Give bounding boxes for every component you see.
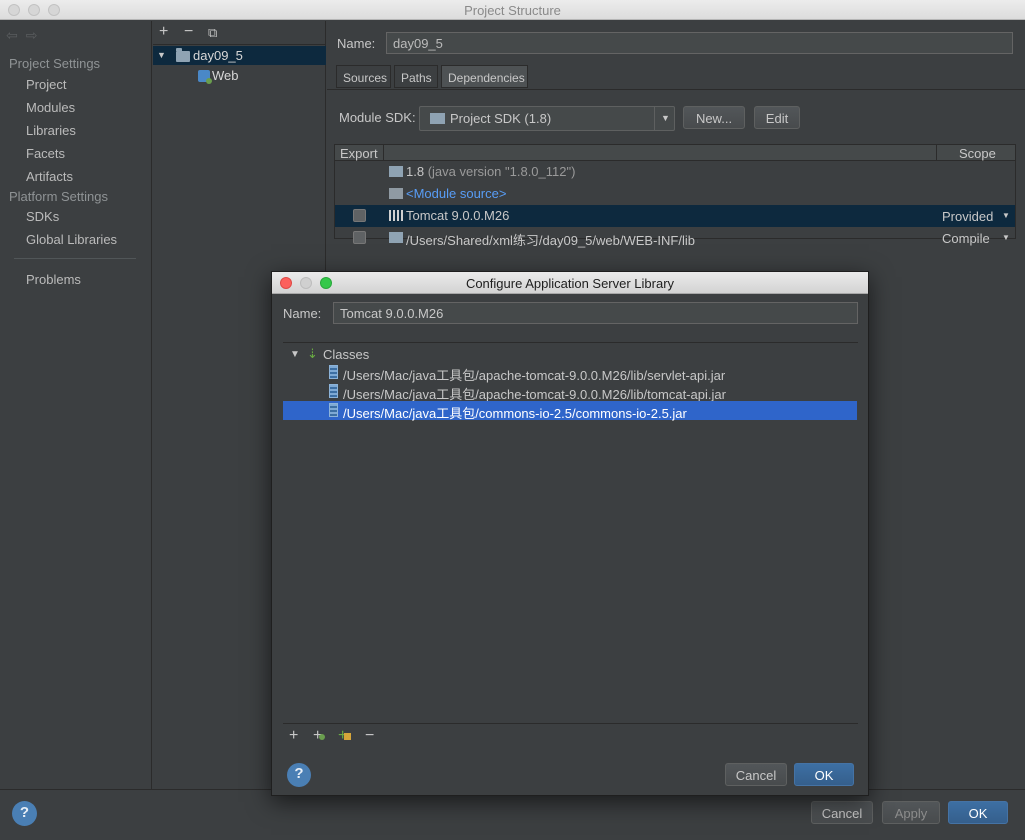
tab-sources[interactable]: Sources bbox=[336, 65, 391, 88]
library-name-field[interactable]: Tomcat 9.0.0.M26 bbox=[333, 302, 858, 324]
jdk-detail: (java version "1.8.0_112") bbox=[427, 164, 576, 179]
dialog-title: Configure Application Server Library bbox=[465, 276, 675, 291]
sidebar-item-artifacts[interactable]: Artifacts bbox=[26, 169, 73, 184]
jar-icon bbox=[329, 365, 338, 379]
jar-icon bbox=[329, 403, 338, 417]
apply-button[interactable]: Apply bbox=[882, 801, 940, 824]
scope-select[interactable]: Compile bbox=[942, 231, 990, 246]
table-header: Export Scope bbox=[335, 145, 1015, 161]
new-sdk-button[interactable]: New... bbox=[683, 106, 745, 129]
remove-root-icon[interactable]: − bbox=[365, 727, 374, 745]
sidebar-item-facets[interactable]: Facets bbox=[26, 146, 65, 161]
section-header-platform-settings: Platform Settings bbox=[9, 189, 108, 204]
library-icon bbox=[389, 210, 403, 221]
sdk-value: Project SDK (1.8) bbox=[450, 111, 552, 126]
scope-dropdown-icon[interactable]: ▼ bbox=[1002, 211, 1010, 220]
module-sdk-select[interactable]: Project SDK (1.8) ▼ bbox=[419, 106, 675, 131]
back-arrow-icon[interactable]: ⇦ bbox=[6, 27, 26, 43]
table-row[interactable]: 1.8 (java version "1.8.0_112") bbox=[335, 161, 1015, 183]
ok-button[interactable]: OK bbox=[948, 801, 1008, 824]
attach-jar-icon[interactable]: + bbox=[338, 727, 352, 745]
dialog-toolbar-divider bbox=[283, 723, 858, 724]
add-module-icon[interactable]: + bbox=[159, 23, 168, 41]
tree-row-web[interactable]: Web bbox=[153, 67, 326, 86]
expand-triangle-icon[interactable]: ▼ bbox=[157, 50, 166, 60]
dialog-help-button[interactable]: ? bbox=[287, 763, 311, 787]
cancel-button[interactable]: Cancel bbox=[811, 801, 873, 824]
sdk-folder-icon bbox=[430, 113, 445, 124]
module-folder-icon bbox=[176, 48, 190, 62]
jar-row[interactable]: /Users/Mac/java工具包/apache-tomcat-9.0.0.M… bbox=[283, 363, 857, 383]
sidebar-item-libraries[interactable]: Libraries bbox=[26, 123, 76, 138]
add-root-icon[interactable]: + bbox=[289, 727, 298, 745]
forward-arrow-icon[interactable]: ⇨ bbox=[26, 27, 46, 43]
dependency-name: /Users/Shared/xml练习/day09_5/web/WEB-INF/… bbox=[406, 233, 695, 248]
dropdown-arrow-icon[interactable]: ▼ bbox=[654, 107, 674, 130]
window-titlebar: Project Structure bbox=[0, 0, 1025, 20]
dependency-name: 1.8 (java version "1.8.0_112") bbox=[406, 164, 575, 179]
jar-row[interactable]: /Users/Mac/java工具包/apache-tomcat-9.0.0.M… bbox=[283, 382, 857, 402]
scope-column-header[interactable]: Scope bbox=[959, 146, 996, 161]
add-classes-icon[interactable]: + bbox=[313, 727, 326, 745]
export-column-header[interactable]: Export bbox=[340, 146, 378, 161]
name-label: Name: bbox=[337, 36, 376, 51]
jar-row[interactable]: /Users/Mac/java工具包/commons-io-2.5/common… bbox=[283, 401, 857, 421]
copy-module-icon[interactable]: ⧉ bbox=[208, 25, 217, 41]
nav-arrows: ⇦⇨ bbox=[6, 27, 45, 44]
tree-row-day09_5[interactable]: ▼ day09_5 bbox=[153, 46, 326, 65]
export-checkbox[interactable] bbox=[353, 209, 366, 222]
classes-tree: ▼ ⇣ Classes /Users/Mac/java工具包/apache-to… bbox=[283, 342, 858, 725]
table-row[interactable]: <Module source> bbox=[335, 183, 1015, 205]
library-name-label: Name: bbox=[283, 306, 322, 321]
table-row[interactable]: /Users/Shared/xml练习/day09_5/web/WEB-INF/… bbox=[335, 227, 1015, 249]
dependency-name: Tomcat 9.0.0.M26 bbox=[406, 208, 510, 223]
folder-icon bbox=[389, 232, 403, 243]
module-sdk-label: Module SDK: bbox=[339, 110, 416, 125]
settings-sidebar: ⇦⇨ Project Settings Project Modules Libr… bbox=[0, 21, 152, 789]
dialog-cancel-button[interactable]: Cancel bbox=[725, 763, 787, 786]
classes-icon: ⇣ bbox=[307, 346, 318, 361]
dialog-titlebar: Configure Application Server Library bbox=[272, 272, 868, 294]
tab-dependencies[interactable]: Dependencies bbox=[441, 65, 528, 88]
jar-icon bbox=[329, 384, 338, 398]
window-title: Project Structure bbox=[464, 3, 561, 18]
help-button[interactable]: ? bbox=[12, 801, 37, 826]
sidebar-divider bbox=[14, 258, 136, 259]
web-facet-icon bbox=[198, 70, 212, 84]
jdk-folder-icon bbox=[389, 166, 403, 177]
module-source-icon bbox=[389, 188, 403, 199]
export-checkbox[interactable] bbox=[353, 231, 366, 244]
column-separator bbox=[383, 145, 384, 161]
section-header-project-settings: Project Settings bbox=[9, 56, 101, 71]
sidebar-item-global-libraries[interactable]: Global Libraries bbox=[26, 232, 117, 247]
table-row[interactable]: Tomcat 9.0.0.M26 Provided ▼ bbox=[335, 205, 1015, 227]
tree-row-classes[interactable]: ▼ ⇣ Classes bbox=[283, 343, 857, 362]
tab-paths[interactable]: Paths bbox=[394, 65, 438, 88]
sidebar-item-modules[interactable]: Modules bbox=[26, 100, 75, 115]
dialog-ok-button[interactable]: OK bbox=[794, 763, 854, 786]
dependencies-table: Export Scope 1.8 (java version "1.8.0_11… bbox=[334, 144, 1016, 248]
module-label: day09_5 bbox=[193, 48, 243, 63]
scope-select[interactable]: Provided bbox=[942, 209, 993, 224]
sidebar-item-sdks[interactable]: SDKs bbox=[26, 209, 59, 224]
tab-divider bbox=[327, 89, 1025, 90]
module-source-link[interactable]: <Module source> bbox=[406, 186, 506, 201]
facet-label: Web bbox=[212, 68, 239, 83]
configure-library-dialog: Configure Application Server Library Nam… bbox=[271, 271, 869, 796]
sidebar-item-problems[interactable]: Problems bbox=[26, 272, 81, 287]
remove-module-icon[interactable]: − bbox=[184, 23, 193, 41]
jdk-version: 1.8 bbox=[406, 164, 425, 179]
column-separator bbox=[936, 145, 937, 161]
sidebar-item-project[interactable]: Project bbox=[26, 77, 66, 92]
module-name-field[interactable]: day09_5 bbox=[386, 32, 1013, 54]
edit-sdk-button[interactable]: Edit bbox=[754, 106, 800, 129]
scope-dropdown-icon[interactable]: ▼ bbox=[1002, 233, 1010, 242]
jar-path: /Users/Mac/java工具包/commons-io-2.5/common… bbox=[343, 406, 687, 421]
classes-label: Classes bbox=[323, 347, 370, 362]
expand-triangle-icon[interactable]: ▼ bbox=[290, 349, 300, 360]
module-toolbar: + − ⧉ bbox=[153, 21, 326, 45]
